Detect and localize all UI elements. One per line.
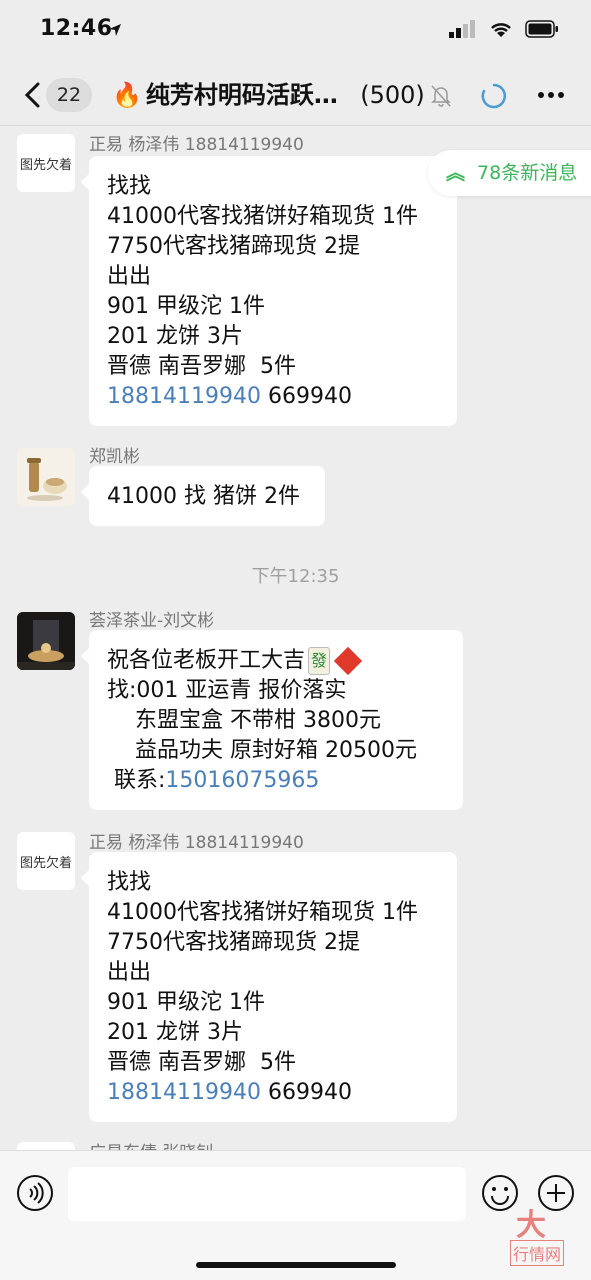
member-count: (500)	[360, 81, 425, 109]
message-input[interactable]	[68, 1167, 466, 1221]
double-chevron-up-icon: ︽	[446, 162, 466, 184]
message-line: 益品功夫 原封好箱 20500元	[107, 738, 417, 763]
avatar[interactable]	[17, 612, 75, 670]
sender-name: 正易 杨泽伟 18814119940	[89, 135, 304, 155]
avatar[interactable]	[17, 1142, 75, 1150]
signal-icon	[449, 20, 477, 42]
message-line: 祝各位老板开工大吉發	[107, 646, 445, 676]
status-icons	[449, 20, 559, 42]
chat-title[interactable]: 🔥 纯芳村明码活跃… (500)	[112, 80, 432, 110]
avatar[interactable]: 图先欠着	[17, 134, 75, 192]
message-line: 晋德 南吾罗娜 5件	[107, 354, 296, 379]
voice-icon[interactable]	[15, 1173, 55, 1213]
message-line: 41000 找 猪饼 2件	[107, 484, 300, 509]
message-bubble[interactable]: 找找 41000代客找猪饼好箱现货 1件 7750代客找猪蹄现货 2提 出出 9…	[81, 852, 457, 1122]
message-line: 18814119940 669940	[107, 384, 352, 409]
chat-header: 22 🔥 纯芳村明码活跃… (500)	[0, 64, 591, 126]
message-line: 41000代客找猪饼好箱现货 1件	[107, 900, 418, 925]
location-arrow-icon	[108, 22, 122, 41]
avatar[interactable]	[17, 448, 75, 506]
sender-name: 正易 杨泽伟 18814119940	[89, 833, 304, 853]
message-timestamp: 下午12:35	[251, 566, 340, 587]
phone-link[interactable]: 18814119940	[107, 1080, 261, 1105]
message-line: 东盟宝盒 不带柑 3800元	[107, 708, 381, 733]
teapot-avatar-icon	[17, 448, 75, 506]
home-indicator	[196, 1262, 396, 1268]
wifi-icon	[489, 20, 513, 42]
fu-diamond-icon	[333, 646, 363, 676]
message-line: 出出	[107, 264, 152, 289]
message-line: 7750代客找猪蹄现货 2提	[107, 930, 360, 955]
message-line: 18814119940 669940	[107, 1080, 352, 1105]
message-bubble[interactable]: 41000 找 猪饼 2件	[81, 466, 325, 526]
fire-icon: 🔥	[112, 81, 142, 109]
message-line: 7750代客找猪蹄现货 2提	[107, 234, 360, 259]
message-line: 出出	[107, 960, 152, 985]
loading-icon	[480, 82, 508, 114]
message-line: 联系:15016075965	[107, 768, 320, 793]
sender-name: 广易东倩 张晓钊	[89, 1138, 213, 1150]
unread-count-badge[interactable]: 22	[46, 78, 92, 112]
status-bar: 12:46	[0, 0, 591, 64]
message-line: 找找	[107, 174, 152, 199]
phone-link[interactable]: 18814119940	[107, 384, 261, 409]
sender-name: 郑凯彬	[89, 447, 140, 467]
phone-link[interactable]: 15016075965	[165, 768, 319, 793]
message-bubble[interactable]: 祝各位老板开工大吉發 找:001 亚运青 报价落实 东盟宝盒 不带柑 3800元…	[81, 630, 463, 810]
mahjong-fa-icon: 發	[308, 647, 331, 675]
battery-icon	[525, 20, 559, 42]
site-watermark-logo: 大 行情网	[510, 1200, 582, 1270]
message-line: 901 甲级沱 1件	[107, 990, 265, 1015]
message-line: 201 龙饼 3片	[107, 324, 243, 349]
sender-name: 荟泽茶业-刘文彬	[89, 611, 215, 631]
back-chevron-icon[interactable]	[18, 78, 48, 112]
new-messages-pill[interactable]: ︽ 78条新消息	[428, 150, 591, 196]
message-line: 901 甲级沱 1件	[107, 294, 265, 319]
status-time: 12:46	[40, 16, 113, 41]
tea-room-avatar-icon	[17, 612, 75, 670]
group-name: 纯芳村明码活跃…	[145, 81, 338, 109]
message-line: 晋德 南吾罗娜 5件	[107, 1050, 296, 1075]
message-line: 41000代客找猪饼好箱现货 1件	[107, 204, 418, 229]
message-line: 找:001 亚运青 报价落实	[107, 678, 347, 703]
mute-bell-icon	[430, 84, 452, 112]
input-bar	[0, 1150, 591, 1280]
more-options-icon[interactable]	[536, 82, 566, 112]
message-line: 找找	[107, 870, 152, 895]
avatar[interactable]: 图先欠着	[17, 832, 75, 890]
message-line: 201 龙饼 3片	[107, 1020, 243, 1045]
chat-message-list[interactable]: 图先欠着 正易 杨泽伟 18814119940 找找 41000代客找猪饼好箱现…	[0, 126, 591, 1150]
message-bubble[interactable]: 找找 41000代客找猪饼好箱现货 1件 7750代客找猪蹄现货 2提 出出 9…	[81, 156, 457, 426]
